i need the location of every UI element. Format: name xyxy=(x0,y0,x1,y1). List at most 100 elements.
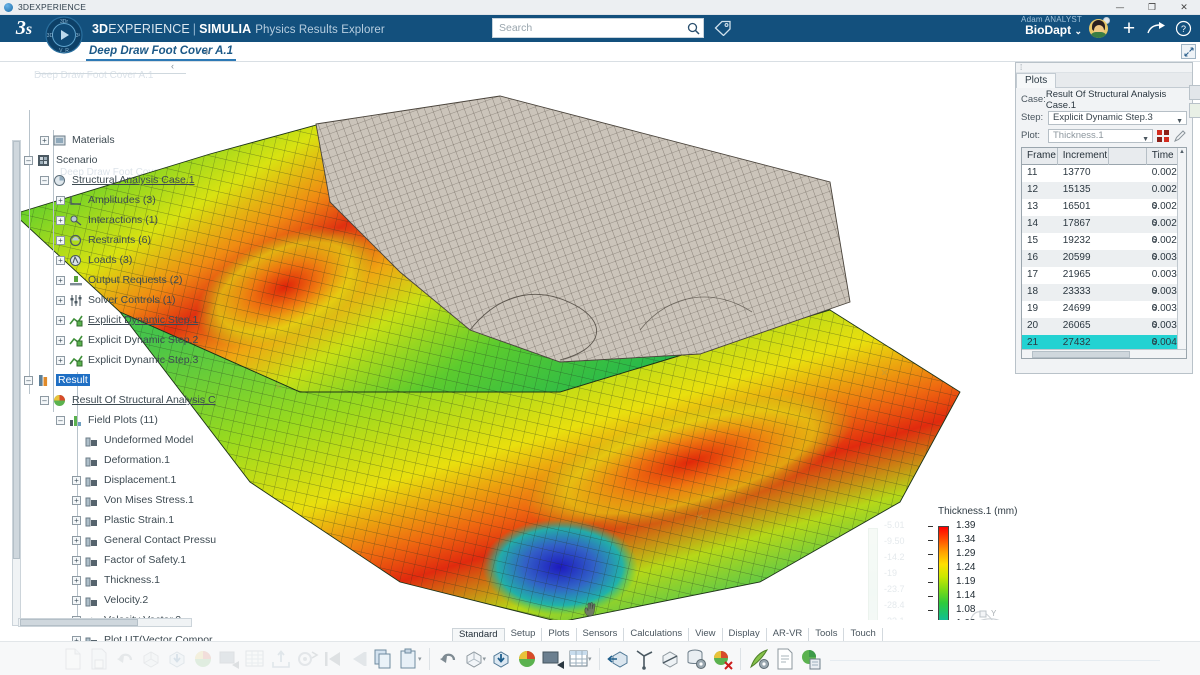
dassault-3ds-logo[interactable]: 3s xyxy=(8,17,40,40)
table-row[interactable]: 18 23333 0.0034 s xyxy=(1022,284,1186,313)
panel-grip[interactable]: ⁞ xyxy=(1016,63,1192,73)
action-tab-standard[interactable]: Standard xyxy=(452,628,505,641)
action-tab-display[interactable]: Display xyxy=(723,628,767,641)
tree-expand-icon[interactable]: + xyxy=(72,495,81,505)
tree-expand-icon[interactable]: + xyxy=(72,595,81,605)
minimize-button[interactable]: — xyxy=(1104,0,1136,15)
chevron-down-icon[interactable]: ▾ xyxy=(483,655,487,663)
document-tab[interactable]: Deep Draw Foot Cover A.1 xyxy=(86,43,236,61)
new-document-icon[interactable] xyxy=(60,644,86,674)
panel-layout-icon[interactable] xyxy=(1189,85,1200,100)
plots-panel[interactable]: ⁞ Plots Case: Result Of Structural Analy… xyxy=(1015,62,1200,374)
tree-expand-icon[interactable]: + xyxy=(56,255,65,265)
column-increment[interactable]: Increment xyxy=(1058,148,1110,165)
tree-expand-icon[interactable]: + xyxy=(56,315,65,325)
tag-icon[interactable] xyxy=(714,20,732,36)
tree-item-output-requests-2[interactable]: + Output Requests (2) xyxy=(0,270,183,290)
prev-frame-icon[interactable] xyxy=(346,644,372,674)
tree-collapse-icon[interactable]: – xyxy=(40,175,49,185)
copy-icon[interactable] xyxy=(370,644,396,674)
tree-collapse-icon[interactable]: – xyxy=(56,415,65,425)
animation-icon[interactable] xyxy=(540,644,566,674)
tree-expand-icon[interactable]: + xyxy=(56,275,65,285)
tree-expand-icon[interactable]: + xyxy=(72,535,81,545)
settings-gear-icon[interactable] xyxy=(798,644,824,674)
results-icon[interactable] xyxy=(514,644,540,674)
action-bar-tabs[interactable]: Standard Setup Plots Sensors Calculations Vie… xyxy=(452,627,883,641)
tree-item-velocity-2[interactable]: + Velocity.2 xyxy=(0,590,148,610)
frames-table[interactable]: Frame Increment Time 11 13770 0.002 s 12 151… xyxy=(1021,147,1187,359)
column-blank[interactable] xyxy=(1109,148,1147,165)
tree-item-general-contact-pressu[interactable]: + General Contact Pressu xyxy=(0,530,216,550)
section-icon[interactable] xyxy=(657,644,683,674)
search-input[interactable] xyxy=(493,19,683,37)
tree-horizontal-scrollbar[interactable] xyxy=(18,618,192,627)
first-frame-icon[interactable] xyxy=(320,644,346,674)
download-model-icon[interactable] xyxy=(488,644,514,674)
action-tab-setup[interactable]: Setup xyxy=(505,628,543,641)
action-tab-plots[interactable]: Plots xyxy=(542,628,577,641)
table-row[interactable]: 19 24699 0.0036 s xyxy=(1022,301,1186,330)
import-icon[interactable] xyxy=(164,644,190,674)
simulate-icon[interactable] xyxy=(190,644,216,674)
tree-item-solver-controls-1[interactable]: + Solver Controls (1) xyxy=(0,290,176,310)
tree-expand-icon[interactable]: + xyxy=(56,195,65,205)
tree-item-undeformed-model[interactable]: Undeformed Model xyxy=(0,430,193,450)
tree-vertical-scrollbar[interactable] xyxy=(12,140,21,626)
axis-system-icon[interactable] xyxy=(631,644,657,674)
tree-item-interactions-1[interactable]: + Interactions (1) xyxy=(0,210,158,230)
save-icon[interactable] xyxy=(86,644,112,674)
tree-expand-icon[interactable]: + xyxy=(56,215,65,225)
action-bar-right-group[interactable]: ▾ ▾ ▾ xyxy=(370,642,824,675)
undo-icon[interactable] xyxy=(435,644,461,674)
add-button[interactable]: + xyxy=(1118,18,1140,39)
table-row[interactable]: 14 17867 0.0026 s xyxy=(1022,216,1186,245)
edit-mesh-icon[interactable] xyxy=(746,644,772,674)
action-tab-calculations[interactable]: Calculations xyxy=(624,628,690,641)
reset-extrema-icon[interactable] xyxy=(1156,129,1170,143)
report-icon[interactable] xyxy=(772,644,798,674)
tree-item-amplitudes-3[interactable]: + Amplitudes (3) xyxy=(0,190,156,210)
gear-play-icon[interactable] xyxy=(294,644,320,674)
tree-item-explicit-dynamic-step-1[interactable]: + Explicit Dynamic Step.1 xyxy=(0,310,198,330)
table-horizontal-scrollbar[interactable] xyxy=(1022,349,1186,358)
user-menu[interactable]: Adam ANALYST BioDapt ⌄ xyxy=(1021,15,1082,37)
table-row[interactable]: 13 16501 0.0024 s xyxy=(1022,199,1186,228)
share-icon[interactable] xyxy=(1145,18,1167,39)
specification-tree[interactable]: ‹ + Materials – Scenario – Structural Analysi… xyxy=(0,61,216,666)
table-row[interactable]: 11 13770 0.002 s xyxy=(1022,165,1186,182)
action-tab-sensors[interactable]: Sensors xyxy=(577,628,625,641)
table-row[interactable]: 12 15135 0.0022 s xyxy=(1022,182,1186,211)
tree-expand-icon[interactable]: + xyxy=(72,555,81,565)
tree-item-thickness-1[interactable]: + Thickness.1 xyxy=(0,570,160,590)
tree-expand-icon[interactable]: + xyxy=(72,575,81,585)
delete-results-icon[interactable] xyxy=(709,644,735,674)
frame-icon[interactable] xyxy=(216,644,242,674)
compass-icon[interactable]: 3Dr 3D 3³ V_R xyxy=(40,11,88,59)
column-frame[interactable]: Frame xyxy=(1022,148,1058,165)
chevron-down-icon[interactable]: ▾ xyxy=(418,655,422,663)
tree-expand-icon[interactable]: + xyxy=(40,135,49,145)
maximize-button[interactable]: ❐ xyxy=(1136,0,1168,15)
table-row[interactable]: 16 20599 0.003 s xyxy=(1022,250,1186,267)
tree-item-von-mises-stress-1[interactable]: + Von Mises Stress.1 xyxy=(0,490,194,510)
tree-item-result-of-structural-analysis-c[interactable]: – Result Of Structural Analysis C xyxy=(0,390,216,410)
action-tab-ar-vr[interactable]: AR-VR xyxy=(767,628,810,641)
table-row[interactable]: 17 21965 0.0032 s xyxy=(1022,267,1186,296)
tree-collapse-icon[interactable]: – xyxy=(40,395,49,405)
tree-item-field-plots-11[interactable]: – Field Plots (11) xyxy=(0,410,158,430)
tree-collapse-icon[interactable]: – xyxy=(24,155,33,165)
tree-collapse-icon[interactable]: ‹ xyxy=(171,61,174,71)
tree-expand-icon[interactable]: + xyxy=(56,295,65,305)
plot-select[interactable]: Thickness.1 ▼ xyxy=(1048,128,1153,143)
tab-plots[interactable]: Plots xyxy=(1016,73,1057,88)
action-bar-left-group[interactable] xyxy=(60,642,372,675)
tree-expand-icon[interactable]: + xyxy=(56,335,65,345)
publish-icon[interactable] xyxy=(605,644,631,674)
avatar[interactable] xyxy=(1089,19,1108,38)
undo-icon[interactable] xyxy=(112,644,138,674)
action-tab-touch[interactable]: Touch xyxy=(844,628,883,641)
edit-pencil-icon[interactable] xyxy=(1173,129,1187,143)
tree-expand-icon[interactable]: + xyxy=(56,355,65,365)
database-gear-icon[interactable] xyxy=(683,644,709,674)
